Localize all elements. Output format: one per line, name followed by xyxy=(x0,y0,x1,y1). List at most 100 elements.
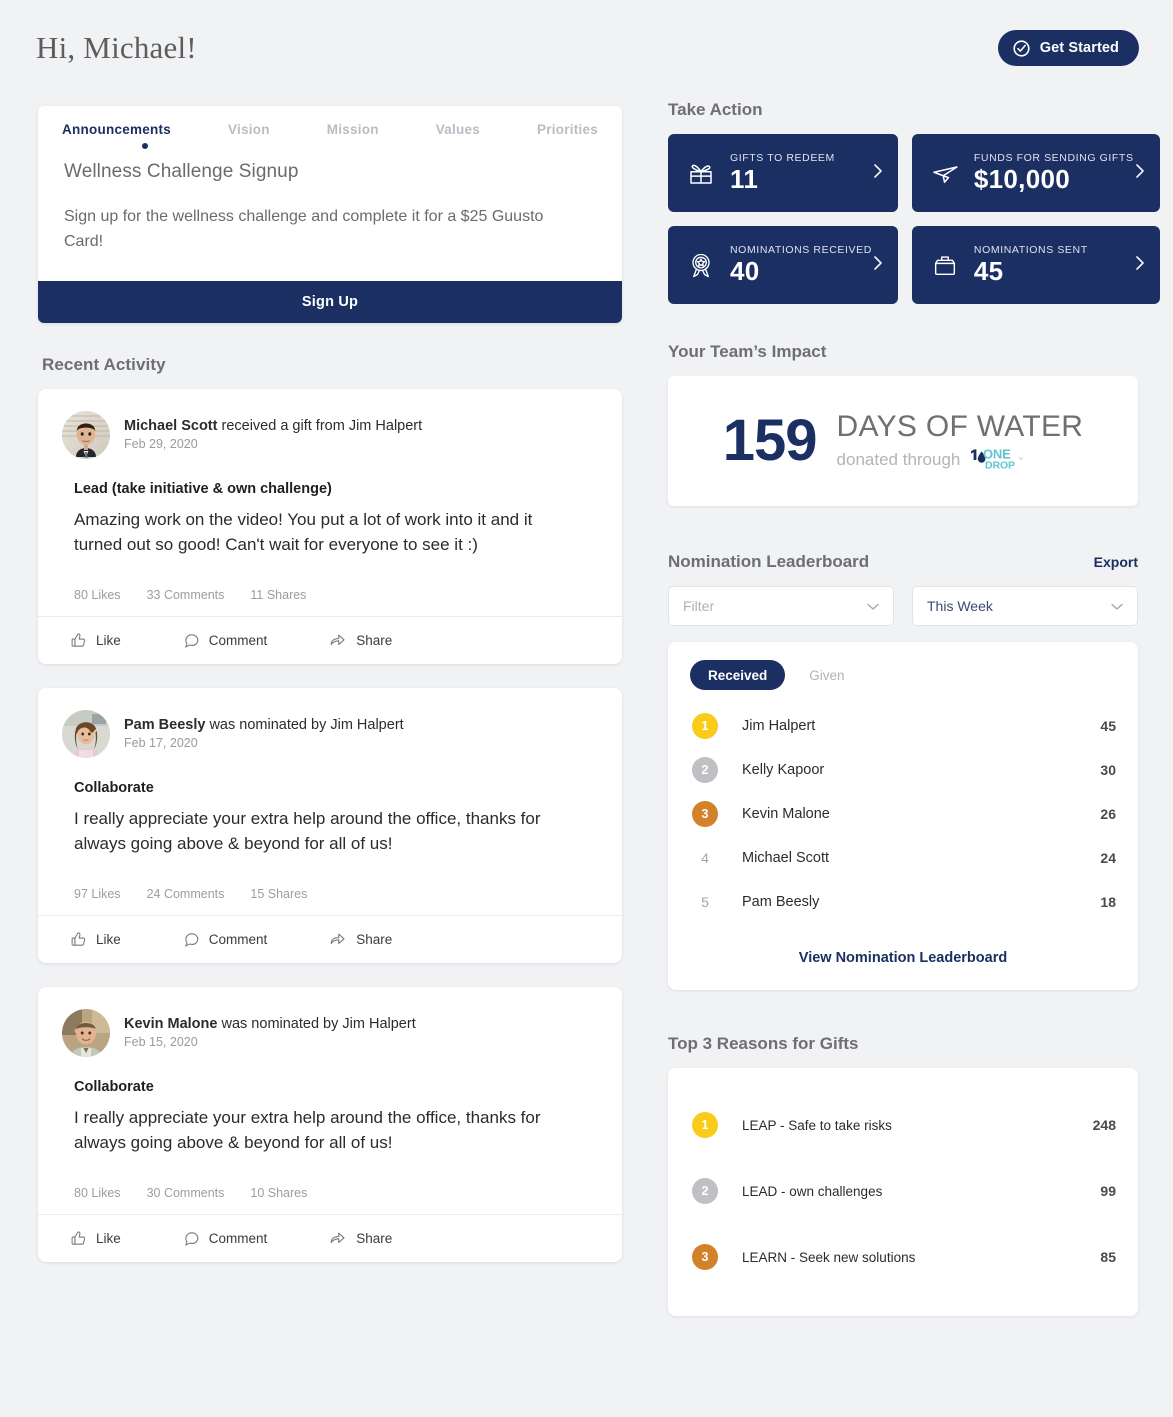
activity-action-bar: Like Comment Share xyxy=(38,914,622,963)
tab-priorities[interactable]: Priorities xyxy=(537,122,598,137)
announcements-tabs: Announcements Vision Mission Values Prio… xyxy=(38,106,622,137)
one-drop-logo: ONE DROP ™ xyxy=(966,445,1030,475)
activity-meta: Michael Scott received a gift from Jim H… xyxy=(124,418,422,451)
activity-header: Kevin Malone was nominated by Jim Halper… xyxy=(38,987,622,1057)
activity-stats: 97 Likes 24 Comments 15 Shares xyxy=(38,857,622,915)
comment-label: Comment xyxy=(208,931,268,947)
nominations-received-label: NOMINATIONS RECEIVED xyxy=(730,244,872,257)
carousel-indicator xyxy=(38,137,622,149)
activity-headline: Kevin Malone was nominated by Jim Halper… xyxy=(124,1016,416,1032)
gifts-to-redeem-label: GIFTS TO REDEEM xyxy=(730,152,835,165)
reason-row: 2 LEAD - own challenges 99 xyxy=(690,1158,1116,1224)
nominations-sent-text: NOMINATIONS SENT 45 xyxy=(962,244,1134,285)
tab-mission[interactable]: Mission xyxy=(327,122,379,137)
leaderboard-row: 2 Kelly Kapoor 30 xyxy=(690,748,1116,792)
share-count: 10 Shares xyxy=(250,1185,308,1200)
like-button[interactable]: Like xyxy=(70,931,121,948)
share-button[interactable]: Share xyxy=(329,930,392,948)
share-button[interactable]: Share xyxy=(329,631,392,649)
activity-value-tag: Collaborate xyxy=(74,779,154,796)
share-button[interactable]: Share xyxy=(329,1229,392,1247)
reason-label: LEARN - Seek new solutions xyxy=(742,1249,916,1265)
filter-select[interactable]: Filter xyxy=(668,586,894,626)
funds-label: FUNDS FOR SENDING GIFTS xyxy=(973,152,1134,165)
activity-actor: Kevin Malone xyxy=(124,1016,218,1033)
activity-stats: 80 Likes 33 Comments 11 Shares xyxy=(38,558,622,616)
rank-badge: 3 xyxy=(692,1244,718,1270)
activity-action: was nominated by Jim Halpert xyxy=(205,717,404,734)
page-title: Hi, Michael! xyxy=(36,30,197,65)
activity-header: Pam Beesly was nominated by Jim Halpert … xyxy=(38,688,622,758)
top-reasons-card: 1 LEAP - Safe to take risks 248 2 LEAD -… xyxy=(668,1068,1138,1316)
tab-announcements[interactable]: Announcements xyxy=(62,122,171,137)
outbox-tray-icon xyxy=(928,251,962,279)
leaderboard-score: 26 xyxy=(1100,806,1116,822)
gifts-to-redeem-card[interactable]: GIFTS TO REDEEM 11 xyxy=(668,134,898,212)
announcement-title: Wellness Challenge Signup xyxy=(64,161,299,182)
days-of-water-text: DAYS OF WATER donated through ONE DROP ™ xyxy=(837,408,1084,475)
gift-icon xyxy=(684,158,718,188)
activity-message: I really appreciate your extra help arou… xyxy=(74,808,541,854)
thumbs-up-icon xyxy=(70,931,87,948)
chevron-down-icon xyxy=(1110,598,1124,614)
reason-label: LEAD - own challenges xyxy=(742,1183,883,1199)
leaderboard-tabs: Received Given xyxy=(690,660,1116,690)
tab-received[interactable]: Received xyxy=(690,660,786,690)
dashboard-page: Hi, Michael! Get Started Announcements V… xyxy=(0,0,1173,1417)
share-arrow-icon xyxy=(329,631,347,649)
funds-for-sending-gifts-text: FUNDS FOR SENDING GIFTS $10,000 xyxy=(962,152,1134,193)
comment-count: 33 Comments xyxy=(146,587,225,602)
team-impact-heading: Your Team’s Impact xyxy=(668,342,827,361)
tab-values[interactable]: Values xyxy=(436,122,480,137)
rank-badge: 2 xyxy=(692,1178,718,1204)
reason-label: LEAP - Safe to take risks xyxy=(742,1117,892,1133)
like-button[interactable]: Like xyxy=(70,1230,121,1247)
tab-given[interactable]: Given xyxy=(791,660,862,690)
activity-meta: Kevin Malone was nominated by Jim Halper… xyxy=(124,1016,416,1049)
period-select[interactable]: This Week xyxy=(912,586,1138,626)
nominations-sent-label: NOMINATIONS SENT xyxy=(973,244,1088,257)
get-started-label: Get Started xyxy=(1039,40,1119,56)
leaderboard-header: Nomination Leaderboard Export xyxy=(668,552,1138,572)
chevron-right-icon xyxy=(872,162,886,185)
svg-text:DROP: DROP xyxy=(985,459,1015,471)
comment-button[interactable]: Comment xyxy=(183,632,267,649)
leaderboard-name: Kevin Malone xyxy=(742,806,830,822)
like-label: Like xyxy=(96,931,121,947)
activity-actor: Pam Beesly xyxy=(124,717,206,734)
left-column: Announcements Vision Mission Values Prio… xyxy=(38,106,622,1286)
activity-card: Pam Beesly was nominated by Jim Halpert … xyxy=(38,687,622,963)
view-nomination-leaderboard-link[interactable]: View Nomination Leaderboard xyxy=(690,924,1116,972)
avatar xyxy=(62,1008,110,1057)
like-button[interactable]: Like xyxy=(70,632,121,649)
comment-button[interactable]: Comment xyxy=(183,1230,267,1247)
thumbs-up-icon xyxy=(70,632,87,649)
nominations-sent-card[interactable]: NOMINATIONS SENT 45 xyxy=(911,226,1160,304)
funds-for-sending-gifts-card[interactable]: FUNDS FOR SENDING GIFTS $10,000 xyxy=(911,134,1160,212)
activity-date: Feb 29, 2020 xyxy=(124,437,198,452)
tab-vision[interactable]: Vision xyxy=(228,122,270,137)
like-label: Like xyxy=(96,632,121,648)
announcement-text: Sign up for the wellness challenge and c… xyxy=(64,208,544,250)
activity-action: was nominated by Jim Halpert xyxy=(217,1016,416,1033)
activity-header: Michael Scott received a gift from Jim H… xyxy=(38,389,622,459)
top-reasons-heading: Top 3 Reasons for Gifts xyxy=(668,1034,859,1053)
activity-headline: Michael Scott received a gift from Jim H… xyxy=(124,418,422,434)
nominations-received-card[interactable]: NOMINATIONS RECEIVED 40 xyxy=(668,226,898,304)
activity-value-tag: Collaborate xyxy=(74,1078,154,1095)
like-count: 80 Likes xyxy=(74,1185,121,1200)
share-arrow-icon xyxy=(329,930,347,948)
get-started-button[interactable]: Get Started xyxy=(997,30,1139,66)
nominations-received-text: NOMINATIONS RECEIVED 40 xyxy=(718,244,872,285)
activity-message: I really appreciate your extra help arou… xyxy=(74,1107,541,1153)
leaderboard-row: 4 Michael Scott 24 xyxy=(690,836,1116,880)
share-label: Share xyxy=(356,632,393,648)
leaderboard-heading: Nomination Leaderboard xyxy=(668,552,870,571)
sign-up-button[interactable]: Sign Up xyxy=(38,280,622,323)
carousel-dot[interactable] xyxy=(142,143,148,149)
export-button[interactable]: Export xyxy=(1094,554,1138,570)
activity-date: Feb 17, 2020 xyxy=(124,736,198,751)
comment-button[interactable]: Comment xyxy=(183,931,268,948)
gifts-to-redeem-text: GIFTS TO REDEEM 11 xyxy=(718,152,872,193)
reason-score: 99 xyxy=(1100,1183,1116,1199)
